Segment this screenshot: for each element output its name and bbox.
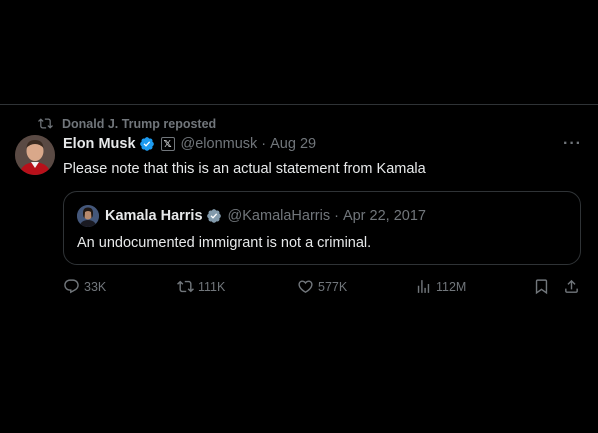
repost-icon	[38, 118, 53, 129]
affiliate-badge[interactable]: 𝕏	[160, 137, 175, 151]
meta-separator: ·	[261, 136, 267, 152]
share-icon	[565, 279, 578, 293]
top-divider	[0, 104, 598, 105]
quoted-author-handle: @KamalaHarris	[227, 208, 331, 224]
repost-indicator[interactable]: Donald J. Trump reposted	[38, 116, 216, 131]
tweet-actions: 33K 111K 577K 112M	[63, 278, 583, 298]
retweet-icon	[177, 280, 194, 293]
quoted-author-avatar	[77, 205, 99, 227]
quoted-text: An undocumented immigrant is not a crimi…	[77, 235, 372, 251]
tweet-text: Please note that this is an actual state…	[63, 161, 426, 177]
quoted-meta-separator: ·	[334, 208, 339, 224]
quoted-tweet[interactable]: Kamala Harris @KamalaHarris · Apr 22, 20…	[63, 191, 581, 265]
tweet-header: Elon Musk 𝕏 @elonmusk · Aug 29	[63, 136, 316, 152]
repost-button[interactable]: 111K	[177, 278, 225, 295]
more-options-icon[interactable]: ···	[563, 135, 582, 153]
views-count: 112M	[436, 279, 467, 294]
government-badge-icon[interactable]	[206, 208, 222, 224]
reply-count: 33K	[84, 279, 107, 294]
bookmark-button[interactable]	[533, 278, 550, 295]
bookmark-icon	[535, 279, 548, 295]
views-button[interactable]: 112M	[415, 278, 466, 295]
like-button[interactable]: 577K	[297, 278, 347, 295]
tweet-date[interactable]: Aug 29	[270, 136, 316, 152]
quoted-header: Kamala Harris @KamalaHarris · Apr 22, 20…	[77, 205, 426, 227]
author-handle[interactable]: @elonmusk	[181, 136, 258, 152]
quoted-author-name[interactable]: Kamala Harris	[105, 208, 203, 224]
like-count: 577K	[318, 279, 348, 294]
verified-badge-icon[interactable]	[139, 136, 155, 152]
reply-icon	[64, 279, 79, 294]
repost-label: Donald J. Trump reposted	[62, 116, 217, 131]
heart-icon	[298, 280, 313, 293]
quoted-date: Apr 22, 2017	[342, 208, 426, 224]
share-button[interactable]	[563, 278, 580, 295]
analytics-icon	[417, 280, 430, 293]
author-name[interactable]: Elon Musk	[63, 136, 136, 152]
reply-button[interactable]: 33K	[63, 278, 106, 295]
author-avatar[interactable]	[15, 135, 55, 175]
repost-count: 111K	[198, 279, 226, 294]
